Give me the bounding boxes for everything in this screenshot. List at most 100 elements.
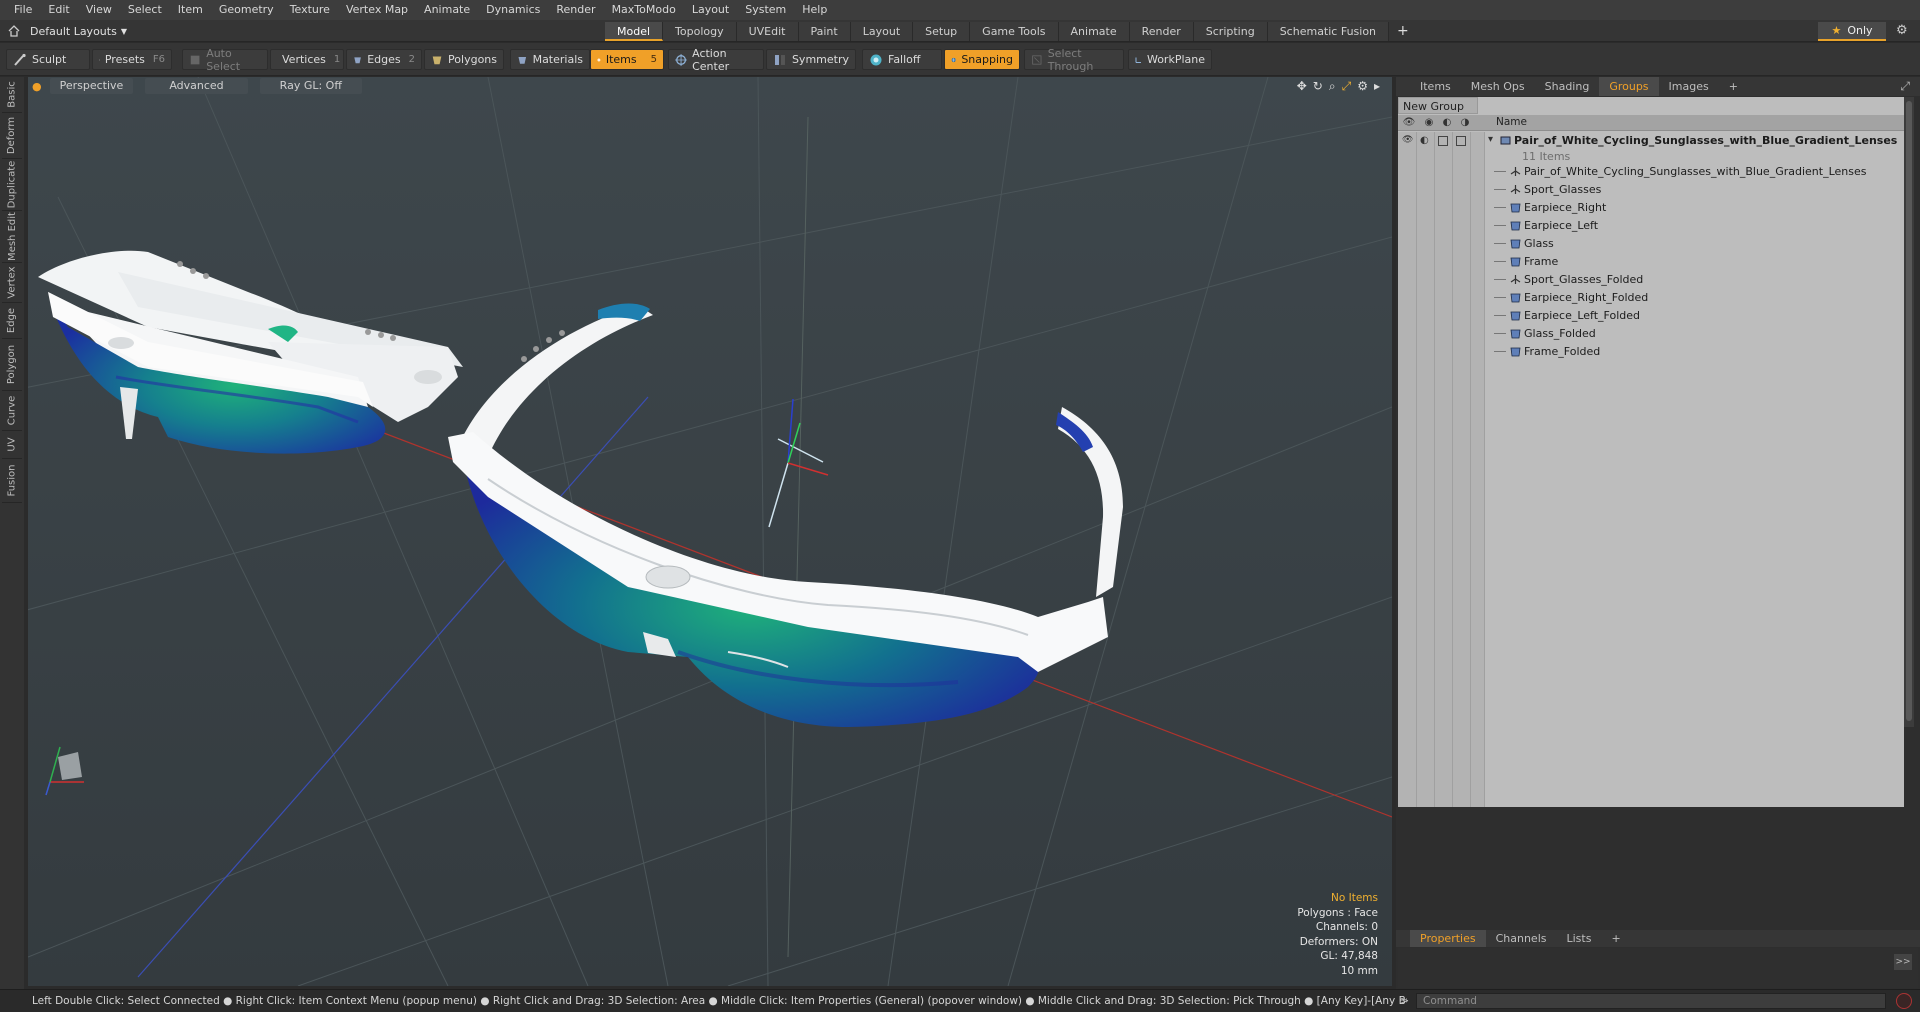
menu-item-geometry[interactable]: Geometry bbox=[211, 0, 282, 20]
left-tab-basic[interactable]: Basic bbox=[2, 77, 22, 113]
command-stop-icon[interactable] bbox=[1896, 993, 1912, 1009]
viewport-options-dot[interactable]: ● bbox=[32, 80, 42, 93]
select-through-button[interactable]: Select Through bbox=[1024, 47, 1124, 73]
props-tab-properties[interactable]: Properties bbox=[1410, 930, 1486, 947]
tab-setup[interactable]: Setup bbox=[913, 22, 971, 41]
materials-button[interactable]: Materials bbox=[510, 49, 590, 70]
left-tab-uv[interactable]: UV bbox=[2, 431, 22, 459]
tab-topology[interactable]: Topology bbox=[663, 22, 737, 41]
right-tab-images[interactable]: Images bbox=[1659, 77, 1719, 96]
expand-icon[interactable]: ⤢ bbox=[1900, 79, 1910, 94]
lock-column-icon[interactable]: ◐ bbox=[1440, 117, 1454, 129]
menu-item-layout[interactable]: Layout bbox=[684, 0, 737, 20]
only-toggle[interactable]: ★ Only bbox=[1818, 22, 1886, 41]
group-item-row[interactable]: Sport_Glasses_Folded bbox=[1398, 271, 1904, 289]
left-tab-edge[interactable]: Edge bbox=[2, 303, 22, 339]
new-group-button[interactable]: New Group bbox=[1398, 97, 1478, 114]
gear-icon[interactable]: ⚙ bbox=[1896, 23, 1908, 38]
left-tab-vertex[interactable]: Vertex bbox=[2, 263, 22, 303]
zoom-view-icon[interactable]: ⌕ bbox=[1329, 79, 1336, 94]
viewport-settings-icon[interactable]: ⚙ bbox=[1357, 79, 1368, 94]
menu-item-animate[interactable]: Animate bbox=[416, 0, 478, 20]
left-tab-mesh-edit[interactable]: Mesh Edit bbox=[2, 211, 22, 263]
right-tab-shading[interactable]: Shading bbox=[1535, 77, 1600, 96]
lock-checkbox[interactable] bbox=[1438, 136, 1448, 146]
workplane-button[interactable]: WorkPlane bbox=[1128, 49, 1212, 70]
rotate-view-icon[interactable]: ↻ bbox=[1313, 79, 1323, 94]
right-tab--[interactable]: + bbox=[1719, 77, 1748, 96]
presets-button[interactable]: Presets F6 bbox=[92, 49, 172, 70]
viewport-expand-icon[interactable]: ▸ bbox=[1374, 79, 1380, 94]
menu-item-help[interactable]: Help bbox=[794, 0, 835, 20]
menu-item-vertex-map[interactable]: Vertex Map bbox=[338, 0, 416, 20]
props-tab--[interactable]: + bbox=[1601, 930, 1630, 947]
left-tab-deform[interactable]: Deform bbox=[2, 113, 22, 159]
menu-item-file[interactable]: File bbox=[6, 0, 40, 20]
left-tab-polygon[interactable]: Polygon bbox=[2, 339, 22, 391]
render-toggle-icon[interactable]: ◐ bbox=[1420, 135, 1429, 146]
ray-gl-button[interactable]: Ray GL: Off bbox=[259, 78, 362, 94]
tab-game-tools[interactable]: Game Tools bbox=[970, 22, 1059, 41]
left-tab-fusion[interactable]: Fusion bbox=[2, 459, 22, 503]
groups-scrollbar[interactable] bbox=[1904, 97, 1914, 727]
menu-item-system[interactable]: System bbox=[737, 0, 794, 20]
visibility-column-icon[interactable]: 👁 bbox=[1402, 117, 1416, 129]
advanced-button[interactable]: Advanced bbox=[145, 78, 248, 94]
group-item-row[interactable]: Earpiece_Right bbox=[1398, 199, 1904, 217]
group-item-row[interactable]: Sport_Glasses bbox=[1398, 181, 1904, 199]
vertices-button[interactable]: Vertices 1 bbox=[270, 49, 344, 70]
group-item-row[interactable]: Frame_Folded bbox=[1398, 343, 1904, 361]
falloff-button[interactable]: Falloff bbox=[862, 49, 942, 70]
tab-scripting[interactable]: Scripting bbox=[1193, 22, 1268, 41]
add-tab-button[interactable]: + bbox=[1389, 22, 1417, 41]
menu-item-view[interactable]: View bbox=[78, 0, 120, 20]
tab-schematic-fusion[interactable]: Schematic Fusion bbox=[1267, 22, 1390, 41]
render-column-icon[interactable]: ◉ bbox=[1422, 117, 1436, 129]
select-column-icon[interactable]: ◑ bbox=[1458, 117, 1472, 129]
menu-item-maxtomodo[interactable]: MaxToModo bbox=[604, 0, 684, 20]
left-tab-curve[interactable]: Curve bbox=[2, 391, 22, 431]
menu-item-select[interactable]: Select bbox=[120, 0, 170, 20]
properties-expand-button[interactable]: >> bbox=[1894, 954, 1912, 970]
group-item-row[interactable]: Earpiece_Right_Folded bbox=[1398, 289, 1904, 307]
command-input[interactable]: Command bbox=[1416, 993, 1886, 1009]
group-item-row[interactable]: Glass_Folded bbox=[1398, 325, 1904, 343]
snapping-button[interactable]: Snapping bbox=[944, 49, 1020, 70]
scrollbar-thumb[interactable] bbox=[1906, 101, 1912, 721]
tab-model[interactable]: Model bbox=[605, 22, 664, 41]
fit-view-icon[interactable]: ⤢ bbox=[1342, 79, 1352, 94]
edges-button[interactable]: Edges 2 bbox=[346, 49, 422, 70]
collapse-icon[interactable]: ▾ bbox=[1488, 134, 1493, 145]
tab-render[interactable]: Render bbox=[1129, 22, 1194, 41]
tab-uvedit[interactable]: UVEdit bbox=[736, 22, 799, 41]
group-item-row[interactable]: Pair_of_White_Cycling_Sunglasses_with_Bl… bbox=[1398, 163, 1904, 181]
group-item-row[interactable]: Earpiece_Left bbox=[1398, 217, 1904, 235]
menu-item-render[interactable]: Render bbox=[548, 0, 603, 20]
3d-viewport[interactable]: ● Perspective Advanced Ray GL: Off ✥ ↻ ⌕… bbox=[28, 77, 1392, 986]
tab-animate[interactable]: Animate bbox=[1058, 22, 1130, 41]
menu-item-dynamics[interactable]: Dynamics bbox=[478, 0, 548, 20]
right-tab-mesh-ops[interactable]: Mesh Ops bbox=[1461, 77, 1535, 96]
sculpt-button[interactable]: Sculpt bbox=[6, 49, 90, 70]
eye-icon[interactable]: 👁 bbox=[1402, 135, 1413, 145]
menu-item-edit[interactable]: Edit bbox=[40, 0, 77, 20]
perspective-button[interactable]: Perspective bbox=[49, 78, 134, 94]
group-item-row[interactable]: Glass bbox=[1398, 235, 1904, 253]
right-tab-items[interactable]: Items bbox=[1410, 77, 1461, 96]
right-tab-groups[interactable]: Groups bbox=[1599, 77, 1659, 96]
tab-paint[interactable]: Paint bbox=[798, 22, 851, 41]
items-button[interactable]: Items 5 bbox=[590, 49, 664, 70]
symmetry-button[interactable]: Symmetry bbox=[766, 49, 856, 70]
left-tab-duplicate[interactable]: Duplicate bbox=[2, 159, 22, 211]
props-tab-channels[interactable]: Channels bbox=[1486, 930, 1557, 947]
layout-selector[interactable]: Default Layouts ▼ bbox=[8, 23, 127, 39]
group-root-row[interactable]: 👁 ◐ ▾ Pair_of_White_Cycling_Sunglasses_w… bbox=[1398, 132, 1904, 163]
move-view-icon[interactable]: ✥ bbox=[1297, 79, 1307, 94]
select-checkbox[interactable] bbox=[1456, 136, 1466, 146]
group-item-row[interactable]: Earpiece_Left_Folded bbox=[1398, 307, 1904, 325]
action-center-button[interactable]: Action Center bbox=[668, 47, 764, 73]
auto-select-button[interactable]: Auto Select bbox=[182, 47, 268, 73]
props-tab-lists[interactable]: Lists bbox=[1557, 930, 1602, 947]
menu-item-item[interactable]: Item bbox=[170, 0, 211, 20]
menu-item-texture[interactable]: Texture bbox=[282, 0, 338, 20]
